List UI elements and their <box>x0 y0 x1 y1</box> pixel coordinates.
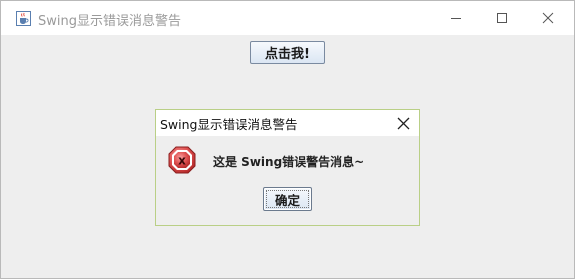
maximize-button[interactable] <box>479 1 525 35</box>
close-button[interactable] <box>525 1 571 35</box>
java-cup-icon <box>16 11 31 26</box>
ok-button[interactable]: 确定 <box>263 187 312 211</box>
error-icon: x <box>168 146 196 174</box>
minimize-icon <box>451 18 461 19</box>
close-icon <box>542 12 554 24</box>
svg-text:x: x <box>178 154 186 168</box>
click-me-button[interactable]: 点击我! <box>250 41 325 64</box>
minimize-button[interactable] <box>433 1 479 35</box>
dialog-title: Swing显示错误消息警告 <box>160 117 298 132</box>
dialog-title-bar[interactable]: Swing显示错误消息警告 <box>156 110 419 136</box>
error-dialog: Swing显示错误消息警告 x 这是 Swing错误警告消息~ 确定 <box>155 109 420 226</box>
window-title: Swing显示错误消息警告 <box>38 14 181 29</box>
error-message: 这是 Swing错误警告消息~ <box>213 155 365 169</box>
main-window: Swing显示错误消息警告 点击我! Swing显示错误消息警告 x 这是 Sw… <box>0 0 575 279</box>
maximize-icon <box>497 13 507 23</box>
title-bar[interactable]: Swing显示错误消息警告 <box>1 1 574 35</box>
close-icon <box>397 117 409 129</box>
dialog-close-button[interactable] <box>392 112 414 134</box>
